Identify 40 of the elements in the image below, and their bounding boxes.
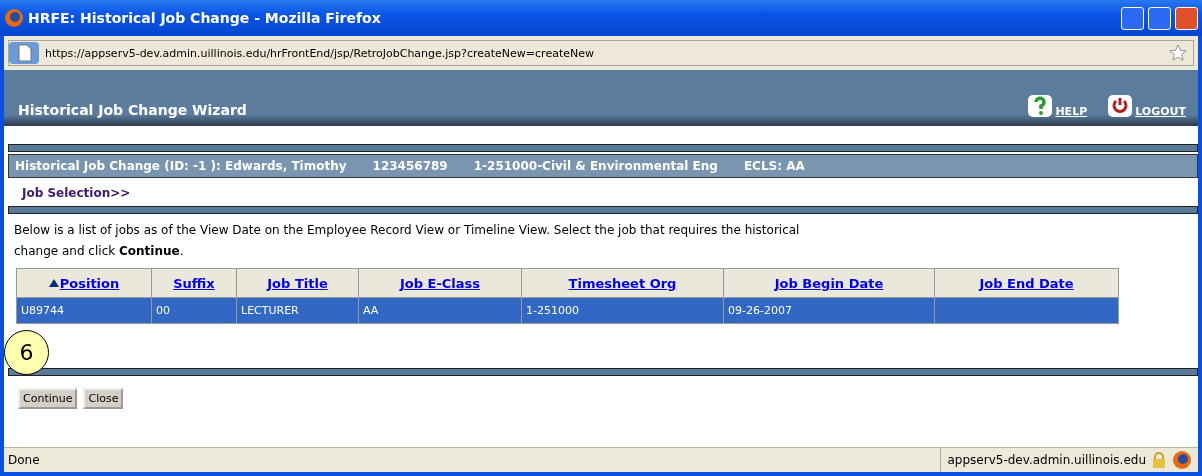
star-icon[interactable] <box>1169 44 1187 62</box>
table-cell: 09-26-2007 <box>728 304 792 317</box>
help-icon <box>1027 94 1054 118</box>
action-button[interactable]: Close <box>83 388 124 409</box>
info-text: 123456789 <box>372 159 448 173</box>
breadcrumb: Job Selection>> <box>20 185 132 202</box>
header-link[interactable]: LOGOUT <box>1107 94 1186 118</box>
padlock-icon <box>1152 452 1166 468</box>
firefox-logo-icon <box>1172 450 1192 470</box>
step-callout: 6 <box>4 330 49 375</box>
window-title: HRFE: Historical Job Change - Mozilla Firefox <box>28 10 382 26</box>
table-cell: AA <box>363 304 379 317</box>
table-cell: U89744 <box>21 304 65 317</box>
sort-link[interactable]: Position <box>48 275 120 291</box>
sort-link[interactable]: Job E-Class <box>399 275 481 291</box>
sort-link[interactable]: Suffix <box>173 275 215 291</box>
maximize-button[interactable] <box>1148 6 1171 30</box>
header-link[interactable]: HELP <box>1027 94 1088 118</box>
status-host: appserv5-dev.admin.uillinois.edu <box>947 453 1146 467</box>
status-text: Done <box>7 453 41 467</box>
page-title: Historical Job Change Wizard <box>18 102 248 118</box>
close-button[interactable] <box>1175 6 1198 30</box>
page-icon <box>9 42 39 64</box>
table-cell: 00 <box>156 304 170 317</box>
sort-link[interactable]: Job Begin Date <box>774 275 884 291</box>
power-icon <box>1107 94 1134 118</box>
minimize-button[interactable] <box>1121 6 1144 30</box>
info-text: 1-251000-Civil & Environmental Eng <box>473 159 718 173</box>
table-row[interactable]: U89744 00 LECTURER AA 1-251000 09-26-2007 <box>16 297 1119 324</box>
table-cell: LECTURER <box>241 304 299 317</box>
table-cell: 1-251000 <box>526 304 579 317</box>
sort-link[interactable]: Job End Date <box>979 275 1074 291</box>
sort-link[interactable]: Timesheet Org <box>568 275 677 291</box>
action-button[interactable]: Continue <box>18 388 78 409</box>
sort-link[interactable]: Job Title <box>267 275 328 291</box>
firefox-logo-icon <box>4 8 24 28</box>
info-text: Historical Job Change (ID: -1 ): Edwards, Timothy <box>15 159 347 173</box>
address-field[interactable]: https://appserv5-dev.admin.uillinois.edu/hrFrontEnd/jsp/RetroJobChange.jsp?createNew=createNew <box>8 40 1194 66</box>
instructions-text: Below is a list of jobs as of the View Date on the Employee Record View or Timeline View. Select the job that requires the historical change and click Continue. <box>13 222 801 260</box>
info-text: ECLS: AA <box>743 159 805 173</box>
